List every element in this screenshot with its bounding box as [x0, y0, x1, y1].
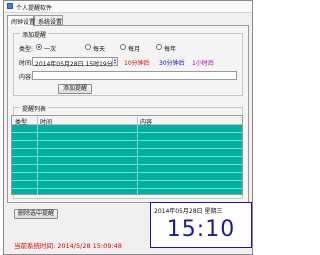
quick-1hour-link[interactable]: 1小时后 [192, 58, 214, 67]
tab-alarm-settings[interactable]: 闹钟设置 [7, 15, 35, 26]
grid-line [12, 164, 242, 165]
clock-date: 2014年05月28日 星期三 [154, 208, 223, 215]
grid-line [12, 156, 242, 157]
column-divider[interactable] [137, 116, 138, 124]
grid-line [12, 172, 242, 173]
clock-panel: 2014年05月28日 星期三 15:10 [150, 202, 252, 248]
radio-monthly[interactable] [120, 44, 126, 50]
delete-selected-button[interactable]: 删除选中提醒 [14, 209, 58, 219]
content-label: 内容: [19, 74, 34, 81]
add-reminder-legend: 添加提醒 [20, 30, 49, 39]
column-header-type[interactable]: 类型 [15, 117, 27, 126]
quick-30min-link[interactable]: 30分钟后 [159, 58, 185, 67]
grid-line [12, 180, 242, 181]
grid-line [12, 132, 242, 133]
time-spinner-icon[interactable] [112, 58, 117, 65]
column-divider[interactable] [37, 116, 38, 124]
reminder-list-legend: 提醒列表 [20, 104, 49, 113]
content-input[interactable] [32, 71, 237, 80]
column-header-time[interactable]: 时间 [40, 117, 52, 126]
grid-line [137, 124, 138, 194]
radio-daily[interactable] [85, 44, 91, 50]
column-header-content[interactable]: 内容 [140, 117, 152, 126]
type-label: 类型: [19, 46, 34, 53]
window-title: 个人提醒软件 [16, 5, 53, 12]
add-reminder-group: 添加提醒 类型: 一次 每天 每月 每年 时间: 2014年05月28日 15时… [13, 30, 243, 96]
quick-10min-link[interactable]: 10分钟后 [124, 58, 150, 67]
grid-line [12, 140, 242, 141]
reminder-table[interactable]: 类型 时间 内容 [11, 115, 243, 195]
system-time-status: 当前系统时间: 2014/5/28 15:09:48 [14, 242, 122, 250]
grid-line [37, 124, 38, 194]
app-icon [7, 3, 13, 9]
add-reminder-button[interactable]: 添加提醒 [58, 84, 92, 94]
radio-once-label[interactable]: 一次 [44, 44, 56, 53]
grid-line [12, 188, 242, 189]
clock-time: 15:10 [166, 217, 236, 242]
tab-system-settings[interactable]: 系统设置 [34, 15, 63, 26]
radio-once[interactable] [36, 44, 42, 50]
grid-line [12, 148, 242, 149]
radio-yearly[interactable] [156, 44, 162, 50]
app-window: 个人提醒软件 闹钟设置 系统设置 添加提醒 类型: 一次 每天 每月 每年 时间… [3, 0, 253, 255]
time-value: 2014年05月28日 15时19分 [35, 61, 113, 68]
title-bar: 个人提醒软件 [4, 1, 252, 13]
table-header: 类型 时间 内容 [12, 116, 242, 126]
time-label: 时间: [19, 60, 34, 67]
time-picker[interactable]: 2014年05月28日 15时19分 [32, 57, 118, 68]
radio-monthly-label[interactable]: 每月 [128, 44, 140, 53]
radio-daily-label[interactable]: 每天 [93, 44, 105, 53]
radio-yearly-label[interactable]: 每年 [164, 44, 176, 53]
